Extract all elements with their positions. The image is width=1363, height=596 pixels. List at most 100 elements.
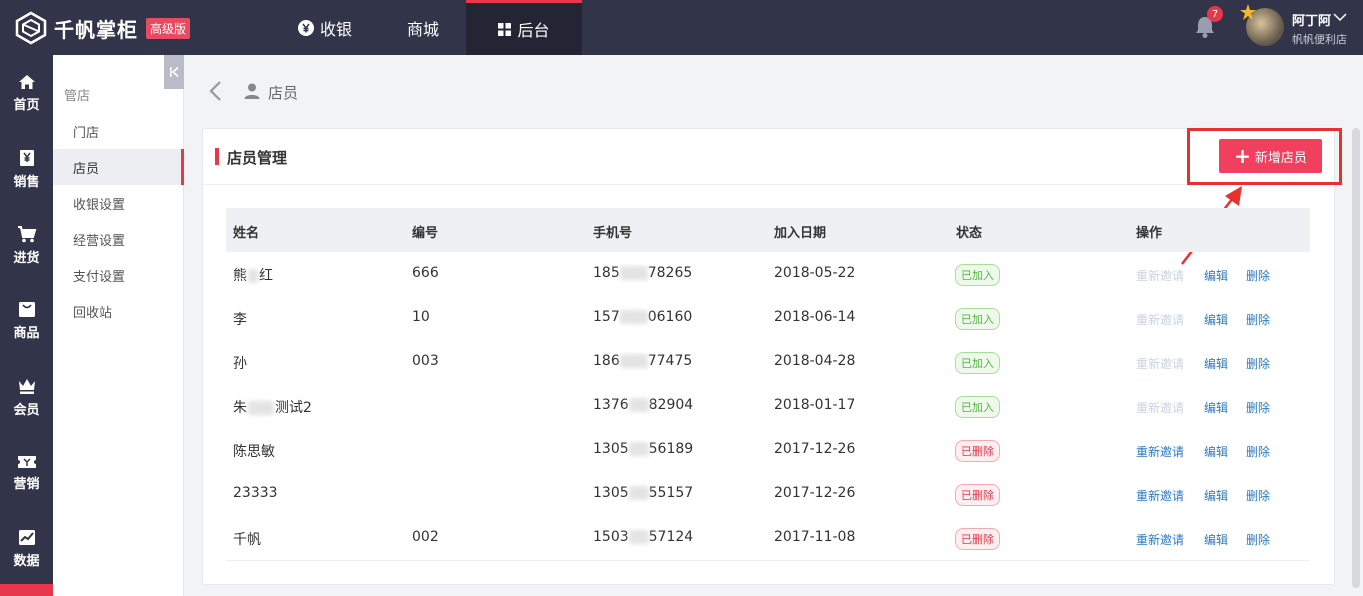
- status-badge: 已加入: [955, 352, 1000, 374]
- status-badge: 已删除: [955, 440, 1000, 462]
- redacted-blur: [619, 354, 648, 368]
- annotation-highlight-box: [1187, 128, 1342, 185]
- delete-link[interactable]: 删除: [1246, 443, 1270, 460]
- cell-join-date: 2018-01-17: [774, 397, 856, 413]
- leftnav-data[interactable]: 数据: [0, 511, 53, 587]
- phone-part: 57124: [648, 529, 694, 545]
- topnav-cashier[interactable]: 收银: [270, 0, 380, 55]
- edit-link[interactable]: 编辑: [1204, 531, 1228, 548]
- user-name[interactable]: 阿丁阿: [1292, 10, 1331, 29]
- subnav-item-staff[interactable]: 店员: [53, 149, 184, 185]
- name-part: 测试2: [275, 400, 312, 416]
- left-nav: 首页 销售 进货 商品 会员 营销 数据: [0, 55, 53, 596]
- edit-link[interactable]: 编辑: [1204, 443, 1228, 460]
- edit-link[interactable]: 编辑: [1204, 355, 1228, 372]
- cell-id: 002: [412, 529, 439, 545]
- col-status: 状态: [956, 226, 983, 241]
- app-logo[interactable]: 千帆掌柜 高级版: [14, 10, 191, 46]
- leftnav-goods[interactable]: 商品: [0, 283, 53, 359]
- redacted-blur: [628, 442, 649, 456]
- reinvite-link: 重新邀请: [1136, 313, 1185, 327]
- status-badge: 已删除: [955, 528, 1000, 550]
- status-badge: 已加入: [955, 264, 1000, 286]
- logo-mark-icon: [15, 11, 47, 45]
- grid-icon: [498, 22, 512, 36]
- table-row: 朱 测试2 1376 82904 2018-01-17 已加入 重新邀请 编辑 删除: [226, 384, 1310, 428]
- table-row: 李 10 157 06160 2018-06-14 已加入 重新邀请 编辑 删除: [226, 296, 1310, 340]
- star-icon: [1240, 4, 1256, 20]
- reinvite-link: 重新邀请: [1136, 357, 1185, 371]
- leftnav-member-label: 会员: [13, 402, 40, 418]
- cell-phone: 1503 57124: [593, 529, 693, 545]
- topnav-backend[interactable]: 后台: [466, 0, 582, 55]
- cell-join-date: 2017-11-08: [774, 529, 856, 545]
- table-row: 23333 1305 55157 2017-12-26 已删除 重新邀请 编辑 删除: [226, 472, 1310, 516]
- collapse-icon: [170, 66, 179, 78]
- cell-id: 10: [412, 309, 430, 325]
- status-badge: 已删除: [955, 484, 1000, 506]
- edit-link[interactable]: 编辑: [1204, 267, 1228, 284]
- reinvite-link[interactable]: 重新邀请: [1136, 531, 1184, 548]
- leftnav-home-label: 首页: [13, 97, 40, 113]
- delete-link[interactable]: 删除: [1246, 355, 1270, 372]
- subnav-title: 管店: [64, 89, 91, 104]
- title-accent-bar: [215, 148, 219, 165]
- cell-join-date: 2017-12-26: [774, 441, 856, 457]
- topnav-mall[interactable]: 商城: [380, 0, 466, 55]
- cart-icon: [17, 225, 36, 242]
- delete-link[interactable]: 删除: [1246, 399, 1270, 416]
- page-title: 店员管理: [227, 149, 288, 167]
- delete-link[interactable]: 删除: [1246, 311, 1270, 328]
- reinvite-link[interactable]: 重新邀请: [1136, 487, 1184, 504]
- phone-part: 1305: [593, 485, 629, 501]
- cell-join-date: 2017-12-26: [774, 485, 856, 501]
- leftnav-home[interactable]: 首页: [0, 55, 53, 131]
- subnav-item-business-settings[interactable]: 经营设置: [53, 221, 184, 257]
- subnav-item-recycle-bin[interactable]: 回收站: [53, 293, 184, 329]
- cell-phone: 185 78265: [593, 265, 692, 281]
- top-bar: 千帆掌柜 高级版 收银 商城 后台 7 阿丁阿 帆帆便利店: [0, 0, 1363, 55]
- subnav-item-label: 门店: [73, 125, 100, 141]
- subnav-item-cashier-settings[interactable]: 收银设置: [53, 185, 184, 221]
- status-badge: 已加入: [955, 308, 1000, 330]
- chart-icon: [18, 530, 35, 545]
- leftnav-marketing[interactable]: 营销: [0, 435, 53, 511]
- table-bottom-border: [226, 560, 1310, 561]
- sales-receipt-icon: [19, 149, 34, 166]
- cell-phone: 1305 56189: [593, 441, 693, 457]
- topnav-backend-label: 后台: [517, 21, 550, 40]
- leftnav-sales[interactable]: 销售: [0, 131, 53, 207]
- name-part: 红: [259, 268, 273, 284]
- edit-link[interactable]: 编辑: [1204, 487, 1228, 504]
- subnav-item-label: 支付设置: [73, 269, 126, 285]
- name-part: 李: [233, 312, 247, 328]
- app-name: 千帆掌柜: [54, 17, 138, 42]
- phone-part: 1305: [593, 441, 629, 457]
- reinvite-link[interactable]: 重新邀请: [1136, 443, 1184, 460]
- status-badge: 已加入: [955, 396, 1000, 418]
- phone-part: 1503: [593, 529, 629, 545]
- chevron-down-icon[interactable]: [1332, 12, 1348, 22]
- cell-name: 李: [233, 309, 247, 329]
- leftnav-sales-label: 销售: [13, 174, 40, 190]
- leftnav-purchase[interactable]: 进货: [0, 207, 53, 283]
- edit-link[interactable]: 编辑: [1204, 311, 1228, 328]
- subnav-item-store[interactable]: 门店: [53, 113, 184, 149]
- redacted-blur: [248, 269, 258, 283]
- delete-link[interactable]: 删除: [1246, 531, 1270, 548]
- store-name: 帆帆便利店: [1292, 33, 1347, 46]
- cell-join-date: 2018-04-28: [774, 353, 856, 369]
- back-arrow-icon[interactable]: [206, 80, 226, 102]
- subnav-item-payment-settings[interactable]: 支付设置: [53, 257, 184, 293]
- topnav-mall-label: 商城: [406, 19, 439, 39]
- sidebar-collapse-button[interactable]: [164, 55, 184, 89]
- delete-link[interactable]: 删除: [1246, 267, 1270, 284]
- notification-badge: 7: [1207, 6, 1223, 22]
- cell-name: 孙: [233, 353, 247, 373]
- scrollbar[interactable]: [1352, 128, 1360, 588]
- name-part: 千帆: [233, 532, 261, 548]
- delete-link[interactable]: 删除: [1246, 487, 1270, 504]
- redacted-blur: [628, 530, 649, 544]
- edit-link[interactable]: 编辑: [1204, 399, 1228, 416]
- leftnav-member[interactable]: 会员: [0, 359, 53, 435]
